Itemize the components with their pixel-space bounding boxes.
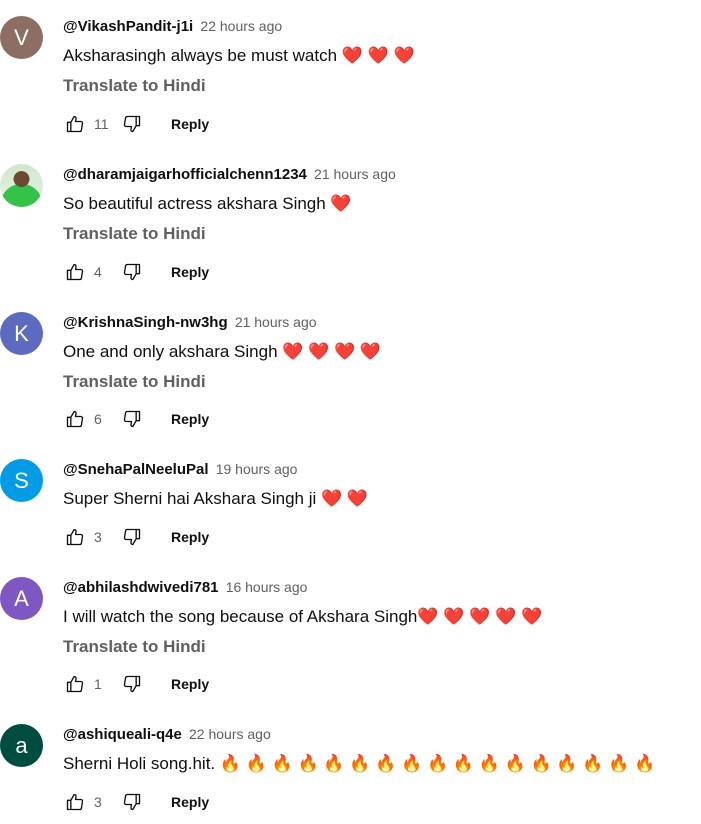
reply-button[interactable]: Reply	[171, 676, 209, 692]
comment-header: @KrishnaSingh-nw3hg 21 hours ago	[63, 314, 317, 331]
like-icon[interactable]	[63, 525, 87, 549]
like-icon[interactable]	[63, 672, 87, 696]
author-name[interactable]: @KrishnaSingh-nw3hg	[63, 314, 228, 331]
avatar[interactable]	[0, 164, 43, 207]
comment-header: @dharamjaigarhofficialchenn1234 21 hours…	[63, 166, 396, 183]
dislike-icon[interactable]	[120, 407, 144, 431]
avatar[interactable]: V	[0, 16, 43, 59]
comment-time[interactable]: 19 hours ago	[216, 461, 298, 477]
comment-actions: 3 Reply	[63, 790, 209, 814]
comment-time[interactable]: 21 hours ago	[314, 166, 396, 182]
author-name[interactable]: @dharamjaigarhofficialchenn1234	[63, 166, 307, 183]
comment-actions: 4 Reply	[63, 260, 209, 284]
like-count: 4	[94, 264, 102, 280]
comment-time[interactable]: 16 hours ago	[226, 579, 308, 595]
comment-text: Aksharasingh always be must watch ❤️ ❤️ …	[63, 46, 415, 65]
avatar[interactable]: A	[0, 577, 43, 620]
comment-actions: 11 Reply	[63, 112, 209, 136]
author-name[interactable]: @abhilashdwivedi781	[63, 579, 219, 596]
translate-button[interactable]: Translate to Hindi	[63, 372, 206, 392]
reply-button[interactable]: Reply	[171, 794, 209, 810]
author-name[interactable]: @VikashPandit-j1i	[63, 18, 193, 35]
like-icon[interactable]	[63, 112, 87, 136]
comment-text: Super Sherni hai Akshara Singh ji ❤️ ❤️	[63, 489, 369, 508]
reply-button[interactable]: Reply	[171, 264, 209, 280]
comment-actions: 1 Reply	[63, 672, 209, 696]
author-name[interactable]: @SnehaPalNeeluPal	[63, 461, 209, 478]
comment-text: I will watch the song because of Akshara…	[63, 607, 543, 626]
reply-button[interactable]: Reply	[171, 411, 209, 427]
comment-header: @SnehaPalNeeluPal 19 hours ago	[63, 461, 297, 478]
dislike-icon[interactable]	[120, 260, 144, 284]
comment-text: One and only akshara Singh ❤️ ❤️ ❤️ ❤️	[63, 342, 382, 361]
comment-time[interactable]: 22 hours ago	[189, 726, 271, 742]
comment-header: @ashiqueali-q4e 22 hours ago	[63, 726, 271, 743]
translate-button[interactable]: Translate to Hindi	[63, 224, 206, 244]
avatar[interactable]: K	[0, 312, 43, 355]
dislike-icon[interactable]	[120, 790, 144, 814]
author-name[interactable]: @ashiqueali-q4e	[63, 726, 182, 743]
comment-actions: 6 Reply	[63, 407, 209, 431]
comment-time[interactable]: 21 hours ago	[235, 314, 317, 330]
dislike-icon[interactable]	[120, 525, 144, 549]
avatar[interactable]: a	[0, 724, 43, 767]
like-count: 1	[94, 676, 102, 692]
like-count: 6	[94, 411, 102, 427]
like-icon[interactable]	[63, 260, 87, 284]
like-icon[interactable]	[63, 407, 87, 431]
like-icon[interactable]	[63, 790, 87, 814]
avatar[interactable]: S	[0, 459, 43, 502]
comment-text: So beautiful actress akshara Singh ❤️	[63, 194, 352, 213]
dislike-icon[interactable]	[120, 112, 144, 136]
comment-header: @abhilashdwivedi781 16 hours ago	[63, 579, 307, 596]
comment-text: Sherni Holi song.hit. 🔥 🔥 🔥 🔥 🔥 🔥 🔥 🔥 🔥 …	[63, 754, 656, 773]
like-count: 3	[94, 794, 102, 810]
translate-button[interactable]: Translate to Hindi	[63, 637, 206, 657]
reply-button[interactable]: Reply	[171, 529, 209, 545]
reply-button[interactable]: Reply	[171, 116, 209, 132]
like-count: 3	[94, 529, 102, 545]
dislike-icon[interactable]	[120, 672, 144, 696]
comment-actions: 3 Reply	[63, 525, 209, 549]
translate-button[interactable]: Translate to Hindi	[63, 76, 206, 96]
comment-header: @VikashPandit-j1i 22 hours ago	[63, 18, 282, 35]
comment-time[interactable]: 22 hours ago	[200, 18, 282, 34]
like-count: 11	[94, 116, 109, 132]
